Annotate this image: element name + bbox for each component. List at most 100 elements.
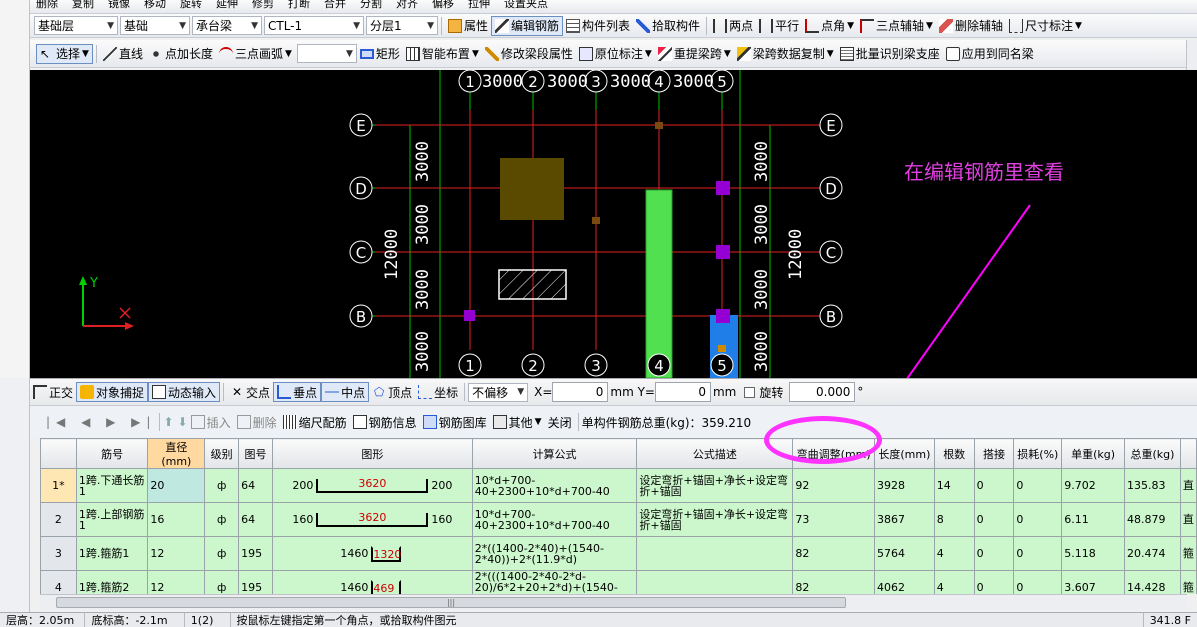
- col-header-loss[interactable]: 损耗(%): [1013, 438, 1063, 469]
- three-point-arc-button[interactable]: 三点画弧 ▼: [216, 44, 295, 64]
- cell-shape[interactable]: 1460 469: [272, 570, 473, 594]
- three-point-axis-button[interactable]: 三点辅轴 ▼: [857, 16, 936, 36]
- smart-layout-button[interactable]: 智能布置 ▼: [403, 44, 482, 64]
- cell-diameter[interactable]: 16: [147, 502, 206, 537]
- table-row[interactable]: 2 1跨.上部钢筋1 16 ф 64 160 3620 160 10*d+700-40+2300…: [40, 502, 1197, 537]
- two-point-axis-button[interactable]: 两点: [710, 16, 756, 36]
- edit-rebar-button[interactable]: 编辑钢筋: [491, 15, 564, 36]
- cell-loss[interactable]: 0: [1013, 502, 1063, 537]
- parallel-axis-button[interactable]: 平行: [756, 16, 802, 36]
- nav-arrows[interactable]: |◀ ◀ ▶ ▶|: [46, 415, 156, 429]
- arc-mode-combo[interactable]: ▼: [296, 44, 357, 63]
- cell-grade[interactable]: ф: [204, 468, 240, 503]
- cell-name[interactable]: 1跨.箍筋1: [75, 536, 149, 571]
- cap-block[interactable]: [500, 158, 564, 220]
- delete-axis-button[interactable]: 删除辅轴: [936, 16, 1006, 36]
- top-toolbar-item[interactable]: 分割: [360, 0, 382, 11]
- cell-figure[interactable]: 195: [238, 570, 273, 594]
- cell-unit-weight[interactable]: 3.607: [1061, 570, 1125, 594]
- cell-loss[interactable]: 0: [1013, 536, 1063, 571]
- toolbar-scrollbar[interactable]: [1186, 40, 1197, 70]
- top-toolbar-item[interactable]: 设置夹点: [504, 0, 548, 11]
- col-header-total-weight[interactable]: 总重(kg): [1123, 438, 1181, 469]
- cell-count[interactable]: 14: [933, 468, 975, 503]
- hatched-member[interactable]: [498, 269, 567, 300]
- insert-button[interactable]: 插入: [188, 412, 234, 432]
- cell-name[interactable]: 1跨.箍筋2: [75, 570, 149, 594]
- cell-lap[interactable]: 0: [973, 536, 1015, 571]
- col-header-formula[interactable]: 计算公式: [471, 438, 638, 469]
- cell-formula[interactable]: 10*d+700-40+2300+10*d+700-40: [471, 468, 638, 503]
- line-button[interactable]: 直线: [100, 44, 146, 64]
- midpoint-snap[interactable]: 中点: [321, 382, 370, 402]
- member-list-button[interactable]: 构件列表: [563, 16, 633, 36]
- point-angle-button[interactable]: 点角 ▼: [802, 16, 857, 36]
- col-header-extra[interactable]: [1179, 438, 1197, 469]
- rebar-library-button[interactable]: 钢筋图库: [420, 412, 490, 432]
- cell-shape[interactable]: 160 3620 160: [272, 502, 473, 537]
- col-header-name[interactable]: 筋号: [75, 438, 149, 469]
- drawing-canvas[interactable]: 1 1 2 2 3 3 4 4 5 5 E E D D C C B B 3000 3000 3000 3000 3…: [30, 70, 1197, 378]
- green-beam[interactable]: [645, 189, 673, 378]
- cell-formula[interactable]: 2*((1400-2*40)+(1540-2*40))+2*(11.9*d): [471, 536, 638, 571]
- top-toolbar-item[interactable]: 镜像: [108, 0, 130, 11]
- cell-shape[interactable]: 200 3620 200: [272, 468, 473, 503]
- modify-span-button[interactable]: 修改梁段属性: [482, 44, 576, 64]
- cell-extra[interactable]: 箍: [1179, 570, 1197, 594]
- cell-shape[interactable]: 1460 1320: [272, 536, 473, 571]
- move-down-icon[interactable]: ⬇: [178, 415, 188, 429]
- point-length-button[interactable]: 点加长度: [146, 44, 216, 64]
- cell-description[interactable]: 设定弯折+锚固+净长+设定弯折+锚固: [636, 502, 794, 537]
- cell-bend[interactable]: 73: [792, 502, 875, 537]
- cell-description[interactable]: [636, 536, 794, 571]
- cell-description[interactable]: 设定弯折+锚固+净长+设定弯折+锚固: [636, 468, 794, 503]
- cell-formula[interactable]: 10*d+700-40+2300+10*d+700-40: [471, 502, 638, 537]
- move-up-icon[interactable]: ⬆: [163, 415, 173, 429]
- cell-figure[interactable]: 195: [238, 536, 273, 571]
- table-hscrollbar[interactable]: |||: [40, 594, 1187, 610]
- intersection-snap[interactable]: ✕ 交点: [227, 382, 273, 402]
- cell-total-weight[interactable]: 20.474: [1123, 536, 1181, 571]
- rectangle-button[interactable]: 矩形: [357, 44, 403, 64]
- cell-lap[interactable]: 0: [973, 502, 1015, 537]
- cell-grade[interactable]: ф: [204, 502, 240, 537]
- top-toolbar-item[interactable]: 偏移: [432, 0, 454, 11]
- cell-diameter[interactable]: 12: [147, 536, 206, 571]
- col-header-figure[interactable]: 图号: [238, 438, 273, 469]
- col-header-count[interactable]: 根数: [933, 438, 975, 469]
- cell-bend[interactable]: 82: [792, 570, 875, 594]
- scale-rebar-button[interactable]: 缩尺配筋: [280, 412, 350, 432]
- cell-lap[interactable]: 0: [973, 570, 1015, 594]
- close-button[interactable]: 关闭: [545, 412, 575, 432]
- cell-unit-weight[interactable]: 9.702: [1061, 468, 1125, 503]
- table-row[interactable]: 4 1跨.箍筋2 12 ф 195 1460 469 2*(((1400-2*40-2*d-2…: [40, 570, 1197, 594]
- top-toolbar-item[interactable]: 删除: [36, 0, 58, 11]
- cell-unit-weight[interactable]: 5.118: [1061, 536, 1125, 571]
- offset-mode-combo[interactable]: 不偏移 ▼: [468, 382, 529, 402]
- cell-formula[interactable]: 2*(((1400-2*40-2*d-20)/6*2+20+2*d)+(1540…: [471, 570, 638, 594]
- vertex-snap[interactable]: ⬠ 顶点: [369, 382, 415, 402]
- top-toolbar-item[interactable]: 拉伸: [468, 0, 490, 11]
- cell-count[interactable]: 8: [933, 502, 975, 537]
- col-header-length[interactable]: 长度(mm): [873, 438, 935, 469]
- cell-loss[interactable]: 0: [1013, 570, 1063, 594]
- cell-extra[interactable]: 直: [1179, 502, 1197, 537]
- col-header-unit-weight[interactable]: 单重(kg): [1061, 438, 1125, 469]
- cell-diameter[interactable]: 12: [147, 570, 206, 594]
- cell-grade[interactable]: ф: [204, 536, 240, 571]
- top-toolbar-item[interactable]: 打断: [288, 0, 310, 11]
- table-row[interactable]: 3 1跨.箍筋1 12 ф 195 1460 1320 2*((1400-2*40)+(154…: [40, 536, 1197, 571]
- cell-length[interactable]: 4062: [873, 570, 935, 594]
- cell-name[interactable]: 1跨.上部钢筋1: [75, 502, 149, 537]
- row-index[interactable]: 2: [40, 502, 77, 537]
- cell-diameter[interactable]: 20: [147, 468, 206, 503]
- cell-lap[interactable]: 0: [973, 468, 1015, 503]
- row-index[interactable]: 4: [40, 570, 77, 594]
- floor-combo[interactable]: 分层1 ▼: [366, 16, 438, 35]
- y-input[interactable]: 0: [654, 382, 711, 402]
- span-data-copy-button[interactable]: 梁跨数据复制 ▼: [734, 44, 837, 64]
- cell-description[interactable]: [636, 570, 794, 594]
- x-input[interactable]: 0: [552, 382, 609, 402]
- top-toolbar-item[interactable]: 延伸: [216, 0, 238, 11]
- top-toolbar-item[interactable]: 合并: [324, 0, 346, 11]
